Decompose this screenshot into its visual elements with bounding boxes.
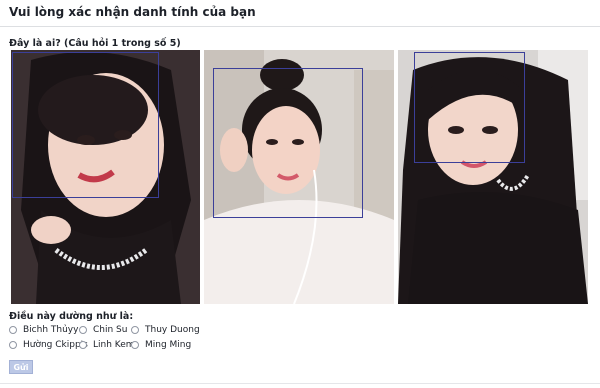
divider [0, 383, 600, 384]
radio-button[interactable] [131, 341, 139, 349]
face-box [213, 68, 363, 218]
radio-button[interactable] [9, 341, 17, 349]
answers-label: Điều này dường như là: [9, 311, 134, 322]
page-header: Vui lòng xác nhận danh tính của bạn [0, 0, 600, 27]
answer-option[interactable]: Ming Ming [131, 340, 191, 350]
answer-option-label: Linh Kem [93, 340, 135, 350]
face-box [414, 52, 525, 163]
radio-button[interactable] [9, 326, 17, 334]
photo-2 [204, 50, 394, 304]
radio-button[interactable] [79, 341, 87, 349]
answer-option[interactable]: Linh Kem [79, 340, 135, 350]
answer-option-label: Ming Ming [145, 340, 192, 350]
answer-option-label: Thuy Duong [145, 325, 200, 335]
question-label: Đây là ai? (Câu hỏi 1 trong số 5) [9, 38, 181, 49]
answer-option[interactable]: Hường Ckipp's [9, 340, 88, 350]
photo-1 [11, 50, 200, 304]
answer-option-label: Chin Su [93, 325, 128, 335]
answer-option[interactable]: Bichh Thủyy [9, 325, 78, 335]
face-box [12, 52, 159, 198]
radio-button[interactable] [131, 326, 139, 334]
radio-button[interactable] [79, 326, 87, 334]
submit-button[interactable]: Gửi [9, 360, 33, 374]
photo-3 [398, 50, 588, 304]
answer-option[interactable]: Thuy Duong [131, 325, 200, 335]
answer-option-label: Bichh Thủyy [23, 325, 79, 335]
page-title: Vui lòng xác nhận danh tính của bạn [9, 5, 256, 19]
answer-option[interactable]: Chin Su [79, 325, 127, 335]
